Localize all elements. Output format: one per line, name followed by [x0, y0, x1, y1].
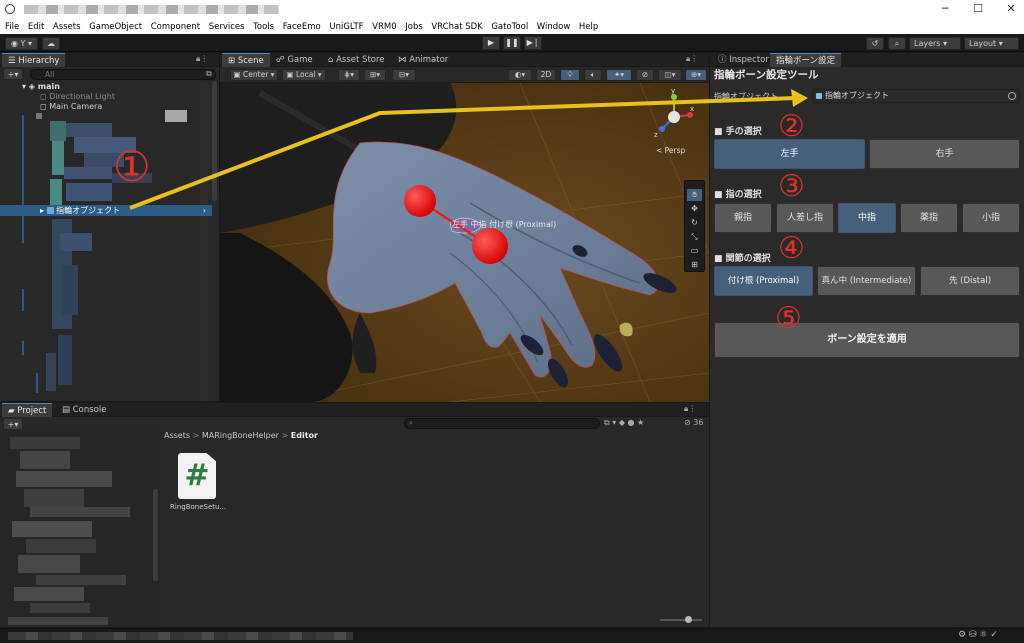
annotation-4: ④ [778, 231, 805, 266]
annotation-5: ⑤ [775, 301, 802, 336]
arrow-head-icon [791, 89, 808, 107]
annotation-2: ② [778, 109, 805, 144]
annotation-overlay [129, 89, 808, 210]
annotation-1: ① [113, 142, 151, 191]
annotation-3: ③ [778, 169, 805, 204]
